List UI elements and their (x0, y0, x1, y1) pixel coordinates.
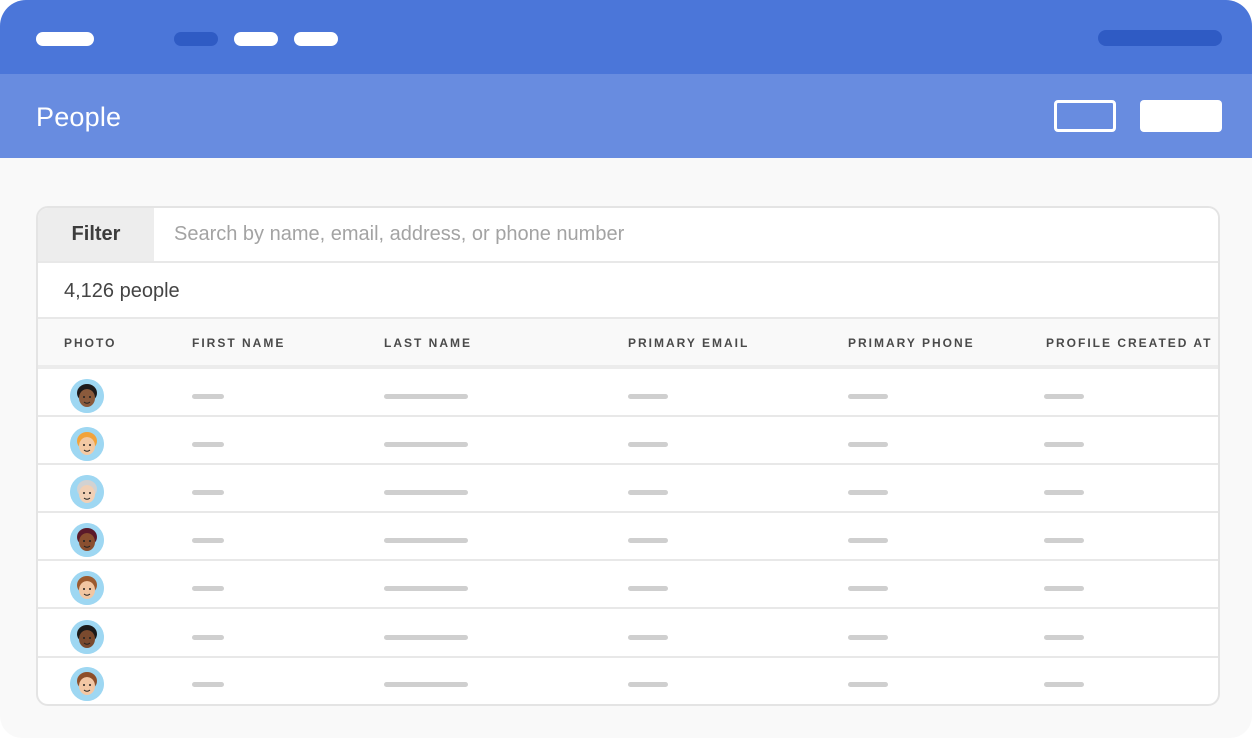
first-name-placeholder (192, 394, 224, 399)
profile-created-at-placeholder (1044, 635, 1084, 640)
primary-email-placeholder (628, 442, 668, 447)
primary-email-placeholder (628, 538, 668, 543)
first-name-placeholder (192, 442, 224, 447)
table-header: PHOTO FIRST NAME LAST NAME PRIMARY EMAIL… (38, 319, 1218, 369)
last-name-placeholder (384, 586, 468, 591)
avatar-1-icon (70, 379, 104, 413)
avatar-4-icon (70, 523, 104, 557)
primary-action-button[interactable] (1140, 100, 1222, 132)
primary-email-placeholder (628, 586, 668, 591)
avatar-2-icon (70, 427, 104, 461)
avatar-5-icon (70, 571, 104, 605)
table-row[interactable] (38, 369, 1218, 417)
table-row[interactable] (38, 610, 1218, 658)
page-header: People (0, 74, 1252, 158)
profile-created-at-placeholder (1044, 490, 1084, 495)
avatar-3-icon (70, 475, 104, 509)
table-row[interactable] (38, 561, 1218, 609)
nav-item-active[interactable] (174, 32, 218, 46)
column-header-first-name[interactable]: FIRST NAME (192, 336, 285, 350)
profile-created-at-placeholder (1044, 538, 1084, 543)
profile-created-at-placeholder (1044, 442, 1084, 447)
last-name-placeholder (384, 682, 468, 687)
first-name-placeholder (192, 586, 224, 591)
column-header-profile-created-at[interactable]: PROFILE CREATED AT (1046, 336, 1212, 350)
page-title: People (36, 102, 122, 132)
primary-phone-placeholder (848, 442, 888, 447)
people-count: 4,126 people (64, 280, 180, 302)
last-name-placeholder (384, 490, 468, 495)
last-name-placeholder (384, 394, 468, 399)
profile-created-at-placeholder (1044, 682, 1084, 687)
first-name-placeholder (192, 538, 224, 543)
last-name-placeholder (384, 538, 468, 543)
table-row[interactable] (38, 417, 1218, 465)
avatar-7-icon (70, 667, 104, 701)
primary-phone-placeholder (848, 538, 888, 543)
column-header-primary-email[interactable]: PRIMARY EMAIL (628, 336, 749, 350)
primary-phone-placeholder (848, 635, 888, 640)
primary-phone-placeholder (848, 586, 888, 591)
nav-item-3[interactable] (294, 32, 338, 46)
nav-item-2[interactable] (234, 32, 278, 46)
table-row[interactable] (38, 513, 1218, 561)
column-header-primary-phone[interactable]: PRIMARY PHONE (848, 336, 975, 350)
first-name-placeholder (192, 682, 224, 687)
filter-label[interactable]: Filter (38, 208, 154, 261)
profile-created-at-placeholder (1044, 586, 1084, 591)
first-name-placeholder (192, 635, 224, 640)
primary-email-placeholder (628, 394, 668, 399)
app-window: People Filter 4,126 people PHOTO FIRST N… (0, 0, 1252, 738)
logo-placeholder[interactable] (36, 32, 94, 46)
primary-email-placeholder (628, 682, 668, 687)
primary-phone-placeholder (848, 394, 888, 399)
primary-email-placeholder (628, 635, 668, 640)
people-table-card: Filter 4,126 people PHOTO FIRST NAME LAS… (36, 206, 1220, 706)
avatar-6-icon (70, 620, 104, 654)
primary-phone-placeholder (848, 490, 888, 495)
primary-email-placeholder (628, 490, 668, 495)
last-name-placeholder (384, 635, 468, 640)
results-summary: 4,126 people (38, 263, 1218, 319)
table-row[interactable] (38, 465, 1218, 513)
last-name-placeholder (384, 442, 468, 447)
column-header-last-name[interactable]: LAST NAME (384, 336, 472, 350)
user-menu[interactable] (1098, 30, 1222, 46)
filter-bar: Filter (38, 208, 1218, 263)
primary-phone-placeholder (848, 682, 888, 687)
first-name-placeholder (192, 490, 224, 495)
secondary-action-button[interactable] (1054, 100, 1116, 132)
top-navigation-bar (0, 0, 1252, 74)
column-header-photo[interactable]: PHOTO (64, 336, 116, 350)
search-input[interactable] (154, 208, 1218, 261)
profile-created-at-placeholder (1044, 394, 1084, 399)
table-row[interactable] (38, 657, 1218, 704)
